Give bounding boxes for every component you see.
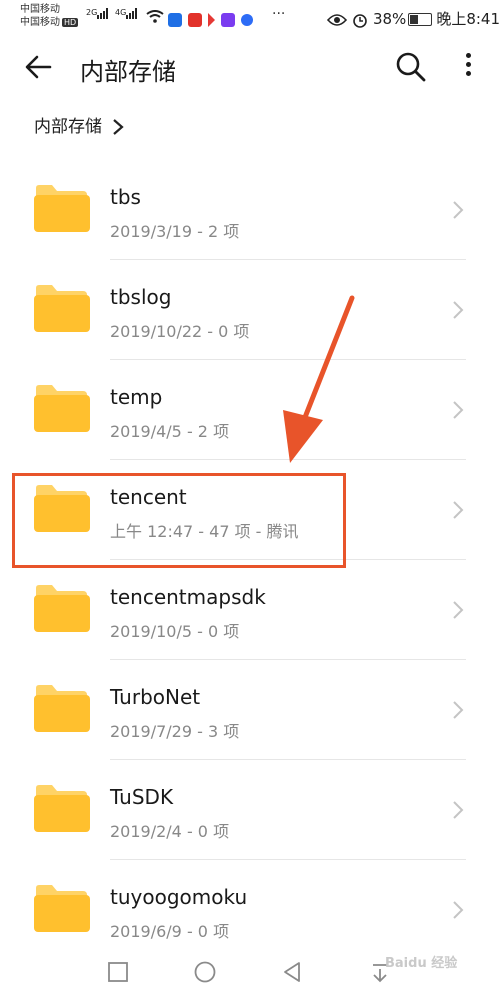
home-icon[interactable] <box>194 961 216 983</box>
eye-comfort-icon <box>327 13 348 26</box>
more-notifications-icon: ··· <box>272 6 286 22</box>
folder-name: temp <box>110 385 163 409</box>
folder-meta: 2019/10/5 - 0 项 <box>110 622 240 641</box>
folder-row[interactable]: tencentmapsdk 2019/10/5 - 0 项 <box>0 560 500 660</box>
video-app-icon <box>208 12 215 27</box>
folder-name: tbslog <box>110 285 172 309</box>
chevron-right-icon <box>453 201 464 219</box>
folder-meta: 2019/7/29 - 3 项 <box>110 722 240 741</box>
folder-row[interactable]: TuSDK 2019/2/4 - 0 项 <box>0 760 500 860</box>
back-nav-icon[interactable] <box>282 961 302 983</box>
highlight-box <box>12 473 346 568</box>
folder-icon <box>34 785 90 832</box>
carrier-2: 中国移动 <box>20 17 60 28</box>
recent-apps-icon[interactable] <box>108 962 128 982</box>
search-icon[interactable] <box>394 50 428 84</box>
chevron-right-icon <box>453 901 464 919</box>
folder-icon <box>34 685 90 732</box>
folder-icon <box>34 385 90 432</box>
folder-icon <box>34 285 90 332</box>
chevron-right-icon <box>453 801 464 819</box>
status-right: 38% 晚上8:41 <box>327 8 500 29</box>
notification-icons <box>168 9 259 28</box>
app-notification-icon <box>221 12 235 27</box>
chevron-right-icon <box>453 401 464 419</box>
battery-percent: 38% <box>372 10 407 28</box>
breadcrumb-label: 内部存储 <box>34 117 102 137</box>
folder-row[interactable]: tbslog 2019/10/22 - 0 项 <box>0 260 500 360</box>
folder-name: tencentmapsdk <box>110 585 266 609</box>
folder-name: tbs <box>110 185 141 209</box>
folder-meta: 2019/10/22 - 0 项 <box>110 322 250 341</box>
app-notification-icon <box>188 12 202 27</box>
app-bar: 内部存储 <box>0 34 500 104</box>
folder-meta: 2019/2/4 - 0 项 <box>110 822 230 841</box>
breadcrumb[interactable]: 内部存储 <box>34 112 124 137</box>
folder-icon <box>34 585 90 632</box>
folder-name: tuyoogomoku <box>110 885 248 909</box>
page-title: 内部存储 <box>80 58 176 86</box>
baidu-watermark: Baidu 经验 <box>385 956 458 971</box>
chevron-right-icon <box>453 601 464 619</box>
folder-icon <box>34 885 90 932</box>
folder-name: TuSDK <box>110 785 174 809</box>
carrier-1: 中国移动 <box>20 4 60 15</box>
folder-row[interactable]: tbs 2019/3/19 - 2 项 <box>0 160 500 260</box>
clock: 晚上8:41 <box>436 10 500 28</box>
more-options-icon[interactable] <box>458 50 478 84</box>
alarm-icon <box>353 13 367 28</box>
hd-badge: HD <box>62 18 79 27</box>
back-arrow-icon[interactable] <box>22 50 56 84</box>
folder-row[interactable]: temp 2019/4/5 - 2 项 <box>0 360 500 460</box>
chevron-right-icon <box>453 701 464 719</box>
signal-2g-icon: 2G <box>86 8 109 19</box>
status-bar: 中国移动 中国移动 HD 2G 4G ··· 38% 晚上8:41 <box>0 0 500 34</box>
chevron-right-icon <box>113 119 124 135</box>
chevron-right-icon <box>453 501 464 519</box>
folder-name: TurboNet <box>110 685 201 709</box>
baidu-paw-icon <box>241 13 253 26</box>
battery-icon <box>408 13 433 26</box>
wifi-icon <box>146 10 164 23</box>
signal-4g-icon: 4G <box>115 8 138 19</box>
folder-meta: 2019/3/19 - 2 项 <box>110 222 240 241</box>
folder-meta: 2019/6/9 - 0 项 <box>110 922 230 941</box>
app-notification-icon <box>168 12 182 27</box>
folder-row[interactable]: TurboNet 2019/7/29 - 3 项 <box>0 660 500 760</box>
folder-icon <box>34 185 90 232</box>
carrier-info: 中国移动 中国移动 HD <box>20 3 79 29</box>
chevron-right-icon <box>453 301 464 319</box>
folder-meta: 2019/4/5 - 2 项 <box>110 422 230 441</box>
